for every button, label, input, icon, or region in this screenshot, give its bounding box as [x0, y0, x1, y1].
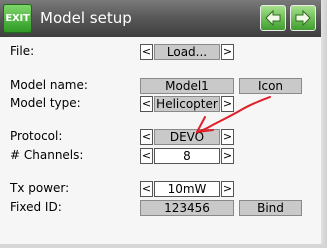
file-load-button[interactable]: Load... — [154, 44, 220, 60]
model-type-prev-button[interactable]: < — [140, 96, 153, 112]
bind-button[interactable]: Bind — [239, 200, 302, 216]
channels-next-button[interactable]: > — [221, 148, 234, 164]
screen-bezel-bottom — [0, 244, 327, 248]
model-setup-screen: EXIT Model setup File: < Load... > Model… — [0, 0, 327, 248]
icon-button[interactable]: Icon — [239, 78, 302, 94]
protocol-next-button[interactable]: > — [221, 129, 234, 145]
model-type-next-button[interactable]: > — [221, 96, 234, 112]
model-name-label: Model name: — [10, 78, 88, 92]
protocol-button[interactable]: DEVO — [154, 129, 220, 145]
protocol-label: Protocol: — [10, 129, 63, 143]
header-bar: EXIT Model setup — [0, 0, 321, 37]
fixed-id-label: Fixed ID: — [10, 200, 62, 214]
tx-power-value[interactable]: 10mW — [154, 181, 220, 197]
tx-power-next-button[interactable]: > — [221, 181, 234, 197]
model-name-button[interactable]: Model1 — [140, 78, 234, 94]
arrow-left-icon — [265, 9, 281, 27]
protocol-prev-button[interactable]: < — [140, 129, 153, 145]
channels-value[interactable]: 8 — [154, 148, 220, 164]
next-page-button[interactable] — [290, 5, 316, 31]
file-label: File: — [10, 44, 35, 58]
channels-prev-button[interactable]: < — [140, 148, 153, 164]
fixed-id-button[interactable]: 123456 — [140, 200, 234, 216]
previous-page-button[interactable] — [260, 5, 286, 31]
file-prev-button[interactable]: < — [140, 44, 153, 60]
tx-power-prev-button[interactable]: < — [140, 181, 153, 197]
model-type-label: Model type: — [10, 96, 81, 110]
channels-label: # Channels: — [10, 148, 84, 162]
arrow-right-icon — [295, 9, 311, 27]
model-type-button[interactable]: Helicopter — [154, 96, 220, 112]
tx-power-label: Tx power: — [10, 181, 70, 195]
exit-button[interactable]: EXIT — [3, 4, 32, 33]
page-title: Model setup — [40, 9, 132, 27]
screen-bezel-right — [321, 0, 327, 248]
file-next-button[interactable]: > — [221, 44, 234, 60]
